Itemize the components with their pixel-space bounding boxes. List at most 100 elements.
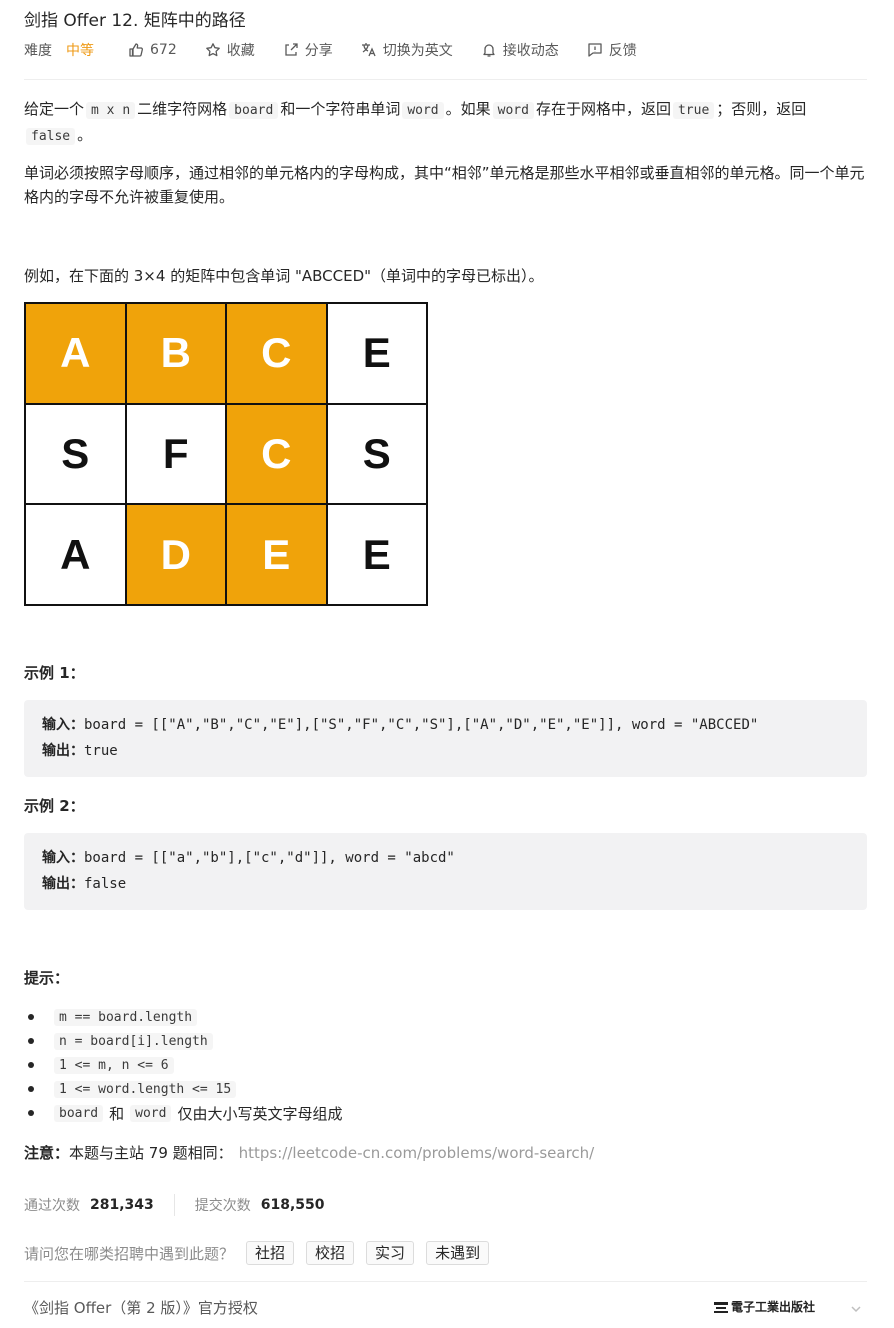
- text: ；否则，返回: [716, 100, 807, 118]
- grid-cell: E: [327, 304, 426, 403]
- grid-cell: S: [327, 404, 426, 504]
- text: 给定一个: [24, 100, 85, 118]
- example-1-input-line: 输入：board = [["A","B","C","E"],["S","F","…: [42, 712, 849, 738]
- feedback-icon: [588, 43, 602, 57]
- stats-separator: [173, 1194, 175, 1216]
- problem-title: 剑指 Offer 12. 矩阵中的路径: [24, 11, 246, 31]
- difficulty: 难度 中等: [24, 40, 94, 60]
- hint-item: board 和 word 仅由大小写英文字母组成: [27, 1101, 343, 1125]
- switch-language-label: 切换为英文: [382, 43, 453, 59]
- publisher-emblem-icon: [713, 1301, 728, 1313]
- collect-label: 收藏: [226, 43, 255, 59]
- footer-divider: [24, 1281, 867, 1282]
- example-2-input-line: 输入：board = [["a","b"],["c","d"]], word =…: [42, 845, 849, 871]
- hint-item: n = board[i].length: [27, 1029, 342, 1053]
- share-icon: [285, 43, 298, 56]
- bell-icon: [483, 44, 495, 57]
- text: 和: [109, 1104, 125, 1123]
- grid-cell: C: [227, 404, 326, 504]
- example-2-heading: 示例 2：: [24, 797, 85, 815]
- example-1-output-line: 输出：true: [42, 738, 849, 764]
- input-label: 输入：: [42, 717, 84, 733]
- feedback-button[interactable]: 反馈: [587, 40, 637, 60]
- tag-internship[interactable]: 实习: [366, 1241, 415, 1265]
- text: 和一个字符串单词: [280, 100, 401, 118]
- share-button[interactable]: 分享: [283, 40, 333, 60]
- hint-item: 1 <= m, n <= 6: [27, 1053, 342, 1077]
- grid-cell: D: [126, 505, 225, 604]
- description-paragraph-1: 给定一个 m x n 二维字符网格 board 和一个字符串单词 word 。如果 word 存…: [24, 97, 866, 149]
- text: 二维字符网格: [137, 100, 228, 118]
- hint-code: m == board.length: [54, 1008, 198, 1026]
- accepted-value: 281,343: [90, 1197, 154, 1213]
- grid-cell: A: [26, 304, 125, 403]
- switch-language-button[interactable]: 切换为英文: [361, 40, 453, 60]
- grid-cell: C: [227, 304, 326, 403]
- thumbs-up-icon: [129, 43, 143, 57]
- feedback-label: 反馈: [608, 43, 637, 59]
- text: 。: [77, 126, 93, 144]
- hint-code: 1 <= word.length <= 15: [54, 1080, 237, 1098]
- text: 存在于网格中，返回: [535, 100, 671, 118]
- tag-not-encountered[interactable]: 未遇到: [426, 1241, 490, 1265]
- survey-question: 请问您在哪类招聘中遇到此题？: [24, 1244, 235, 1263]
- like-count: 672: [150, 42, 177, 58]
- word-search-link[interactable]: https://leetcode-cn.com/problems/word-se…: [239, 1144, 595, 1162]
- example-2-codebox: 输入：board = [["a","b"],["c","d"]], word =…: [24, 833, 867, 910]
- text: 。如果: [445, 100, 491, 118]
- output-value: true: [84, 743, 118, 759]
- translate-icon: [361, 43, 376, 57]
- like-button[interactable]: 672: [128, 42, 177, 58]
- subscribe-button[interactable]: 接收动态: [481, 40, 559, 60]
- submitted-value: 618,550: [260, 1197, 325, 1213]
- accepted-label: 通过次数: [24, 1198, 80, 1214]
- hints-list: m == board.length n = board[i].length 1 …: [27, 1005, 343, 1125]
- grid-cell: S: [26, 404, 125, 504]
- input-value: board = [["A","B","C","E"],["S","F","C",…: [84, 717, 759, 733]
- description-paragraph-2: 单词必须按照字母顺序，通过相邻的单元格内的字母构成，其中“相邻”单元格是那些水平…: [24, 164, 865, 206]
- submission-stats: 通过次数 281,343 提交次数 618,550: [24, 1194, 325, 1216]
- example-1-codebox: 输入：board = [["A","B","C","E"],["S","F","…: [24, 700, 867, 777]
- hint-code: n = board[i].length: [54, 1032, 213, 1050]
- example-board-grid: ABCESFCSADEE: [24, 302, 428, 606]
- input-label: 输入：: [42, 850, 84, 866]
- text: 仅由大小写英文字母组成: [177, 1104, 343, 1123]
- footer-text: 《剑指 Offer（第 2 版）》官方授权: [24, 1298, 258, 1317]
- note-label: 注意：: [24, 1144, 70, 1162]
- hint-item: m == board.length: [27, 1005, 342, 1029]
- inline-code: true: [672, 102, 715, 119]
- hints-heading: 提示：: [24, 969, 70, 987]
- difficulty-value: 中等: [66, 43, 94, 59]
- inline-code: word: [402, 102, 444, 119]
- interview-survey: 请问您在哪类招聘中遇到此题？ 社招 校招 实习 未遇到: [24, 1241, 490, 1265]
- grid-cell: E: [227, 505, 326, 604]
- description-paragraph-3: 例如，在下面的 3×4 的矩阵中包含单词 "ABCCED"（单词中的字母已标出）…: [24, 267, 544, 285]
- example-1-heading: 示例 1：: [24, 664, 85, 682]
- meta-row: 难度 中等 672 收藏 分享 切换为英文 接收动态 反馈: [24, 40, 665, 60]
- inline-code: board: [229, 102, 279, 119]
- inline-code: false: [26, 128, 76, 145]
- chevron-down-icon[interactable]: [849, 1302, 863, 1316]
- share-label: 分享: [304, 43, 333, 59]
- difficulty-label: 难度: [24, 43, 52, 59]
- hint-code: word: [130, 1104, 172, 1122]
- hint-code: 1 <= m, n <= 6: [54, 1056, 174, 1074]
- collect-button[interactable]: 收藏: [205, 40, 255, 60]
- example-2-output-line: 输出：false: [42, 871, 849, 897]
- note-text: 本题与主站 79 题相同：: [69, 1144, 233, 1162]
- submitted-label: 提交次数: [194, 1198, 251, 1214]
- tag-social-hiring[interactable]: 社招: [246, 1241, 295, 1265]
- grid-cell: A: [26, 505, 125, 604]
- subscribe-label: 接收动态: [502, 43, 559, 59]
- inline-code: word: [492, 102, 534, 119]
- inline-code: m x n: [86, 102, 136, 119]
- tag-campus-hiring[interactable]: 校招: [306, 1241, 355, 1265]
- grid-cell: E: [327, 505, 426, 604]
- grid-cell: B: [126, 304, 225, 403]
- output-label: 输出：: [42, 876, 84, 892]
- star-icon: [205, 43, 220, 57]
- input-value: board = [["a","b"],["c","d"]], word = "a…: [84, 850, 455, 866]
- hint-code: board: [54, 1104, 104, 1122]
- note: 注意：本题与主站 79 题相同： https://leetcode-cn.com/…: [24, 1142, 594, 1163]
- book-authorization-footer[interactable]: 《剑指 Offer（第 2 版）》官方授权 電子工業出版社: [24, 1290, 867, 1324]
